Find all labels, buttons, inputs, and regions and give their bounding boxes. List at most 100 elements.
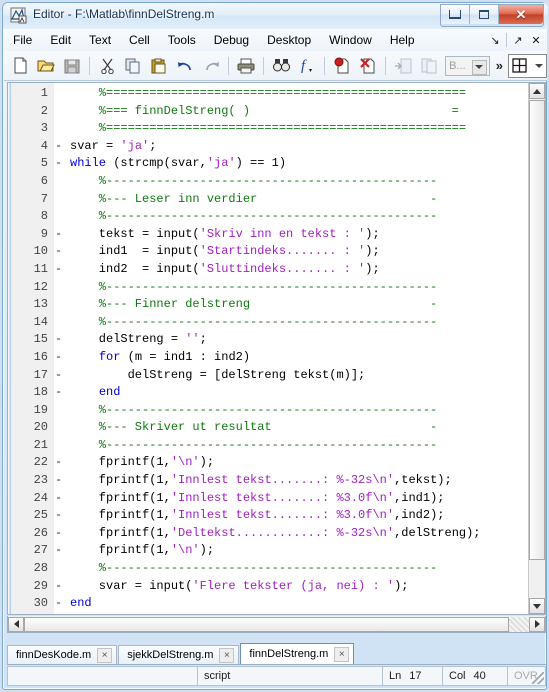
menu-item-tools[interactable]: Tools	[160, 31, 204, 49]
code-line[interactable]: 8 %-------------------------------------…	[8, 208, 545, 226]
menu-item-window[interactable]: Window	[321, 31, 380, 49]
code-line[interactable]: 12 %------------------------------------…	[8, 279, 545, 297]
code-line[interactable]: 29- svar = input('Flere tekster (ja, nei…	[8, 578, 545, 596]
code-editor[interactable]: 1 %=====================================…	[7, 82, 546, 615]
scroll-down-button[interactable]	[529, 598, 545, 614]
executable-line-marker[interactable]: -	[55, 367, 65, 385]
executable-line-marker[interactable]: -	[55, 384, 65, 402]
code-line[interactable]: 22- fprintf(1,'\n');	[8, 454, 545, 472]
code-line[interactable]: 15- delStreng = '';	[8, 331, 545, 349]
code-line[interactable]: 6 %-------------------------------------…	[8, 173, 545, 191]
close-button[interactable]: ✕	[499, 5, 543, 24]
stack-dropdown[interactable]: B...	[445, 55, 490, 76]
scrollbar-track[interactable]	[509, 616, 529, 632]
executable-line-marker[interactable]: -	[55, 243, 65, 261]
code-line[interactable]: 30- end	[8, 595, 545, 613]
code-line[interactable]: 17- delStreng = [delStreng tekst(m)];	[8, 367, 545, 385]
executable-line-marker[interactable]: -	[55, 490, 65, 508]
scroll-up-button[interactable]	[529, 83, 545, 99]
executable-line-marker[interactable]: -	[55, 155, 65, 173]
tab-close-icon[interactable]: ×	[334, 646, 350, 662]
menu-item-edit[interactable]: Edit	[42, 31, 79, 49]
undock-arrow-icon[interactable]: ↗	[509, 31, 527, 49]
executable-line-marker[interactable]: -	[55, 578, 65, 596]
executable-line-marker[interactable]: -	[55, 542, 65, 560]
open-file-button[interactable]	[34, 53, 58, 79]
undo-button[interactable]	[173, 53, 197, 79]
vertical-scroll-thumb[interactable]	[529, 100, 545, 560]
set-breakpoint-button[interactable]	[330, 53, 354, 79]
code-line[interactable]: 25- fprintf(1,'Innlest tekst.......: %3.…	[8, 507, 545, 525]
menu-item-help[interactable]: Help	[382, 31, 423, 49]
function-browser-button[interactable]: f	[295, 53, 319, 79]
resize-grip-icon[interactable]	[532, 672, 544, 684]
copy-button[interactable]	[121, 53, 145, 79]
layout-dropdown[interactable]	[507, 53, 548, 78]
code-line[interactable]: 27- fprintf(1,'\n');	[8, 542, 545, 560]
tab-sjekkDelStreng[interactable]: sjekkDelStreng.m ×	[118, 645, 240, 664]
maximize-button[interactable]	[470, 5, 499, 24]
code-line[interactable]: 20 %--- Skriver ut resultat -	[8, 419, 545, 437]
executable-line-marker[interactable]: -	[55, 261, 65, 279]
step-out-button[interactable]	[417, 53, 441, 79]
menu-item-debug[interactable]: Debug	[206, 31, 257, 49]
executable-line-marker[interactable]: -	[55, 138, 65, 156]
executable-line-marker[interactable]: -	[55, 525, 65, 543]
tab-finnDesKode[interactable]: finnDesKode.m ×	[7, 645, 118, 664]
menu-item-desktop[interactable]: Desktop	[259, 31, 319, 49]
status-overwrite-indicator[interactable]: OVR	[507, 666, 546, 686]
code-line[interactable]: 16- for (m = ind1 : ind2)	[8, 349, 545, 367]
code-line[interactable]: 13 %--- Finner delstreng -	[8, 296, 545, 314]
code-lines[interactable]: 1 %=====================================…	[8, 85, 545, 613]
executable-line-marker[interactable]: -	[55, 349, 65, 367]
scroll-right-button[interactable]	[529, 616, 545, 632]
code-line[interactable]: 10- ind1 = input('Startindeks....... : '…	[8, 243, 545, 261]
dock-arrow-icon[interactable]: ↘	[486, 31, 504, 49]
executable-line-marker[interactable]: -	[55, 507, 65, 525]
code-line[interactable]: 26- fprintf(1,'Deltekst............: %-3…	[8, 525, 545, 543]
save-button[interactable]	[60, 53, 84, 79]
code-line[interactable]: 7 %--- Leser inn verdier -	[8, 191, 545, 209]
code-line[interactable]: 11- ind2 = input('Sluttindeks....... : '…	[8, 261, 545, 279]
executable-line-marker[interactable]: -	[55, 226, 65, 244]
minimize-button[interactable]	[441, 5, 470, 24]
find-button[interactable]	[269, 53, 293, 79]
print-button[interactable]	[234, 53, 258, 79]
code-line[interactable]: 24- fprintf(1,'Innlest tekst.......: %3.…	[8, 490, 545, 508]
menu-item-cell[interactable]: Cell	[121, 31, 158, 49]
code-line[interactable]: 23- fprintf(1,'Innlest tekst.......: %-3…	[8, 472, 545, 490]
step-in-button[interactable]	[391, 53, 415, 79]
code-line[interactable]: 28 %------------------------------------…	[8, 560, 545, 578]
executable-line-marker[interactable]: -	[55, 595, 65, 613]
code-line[interactable]: 9- tekst = input('Skriv inn en tekst : '…	[8, 226, 545, 244]
executable-line-marker[interactable]: -	[55, 472, 65, 490]
line-number: 6	[40, 173, 48, 188]
horizontal-scrollbar[interactable]	[7, 616, 546, 633]
menu-item-file[interactable]: File	[5, 31, 40, 49]
tab-finnDelStreng[interactable]: finnDelStreng.m ×	[240, 643, 355, 664]
executable-line-marker[interactable]: -	[55, 454, 65, 472]
vertical-scrollbar[interactable]	[528, 83, 545, 614]
scroll-left-button[interactable]	[8, 616, 24, 632]
cut-button[interactable]	[95, 53, 119, 79]
tab-close-icon[interactable]: ×	[97, 647, 113, 663]
clear-breakpoints-button[interactable]	[356, 53, 380, 79]
menu-item-text[interactable]: Text	[81, 31, 119, 49]
tab-close-icon[interactable]: ×	[219, 647, 235, 663]
code-line[interactable]: 21 %------------------------------------…	[8, 437, 545, 455]
code-line[interactable]: 1 %=====================================…	[8, 85, 545, 103]
redo-button[interactable]	[199, 53, 223, 79]
horizontal-scroll-thumb[interactable]	[24, 616, 509, 632]
code-line[interactable]: 19 %------------------------------------…	[8, 402, 545, 420]
code-line[interactable]: 3 %=====================================…	[8, 120, 545, 138]
paste-button[interactable]	[147, 53, 171, 79]
code-line[interactable]: 2 %=== finnDelStreng( ) =	[8, 103, 545, 121]
code-line[interactable]: 5- while (strcmp(svar,'ja') == 1)	[8, 155, 545, 173]
code-line[interactable]: 4- svar = 'ja';	[8, 138, 545, 156]
toolbar-overflow-button[interactable]: »	[496, 58, 503, 73]
code-line[interactable]: 18- end	[8, 384, 545, 402]
executable-line-marker[interactable]: -	[55, 331, 65, 349]
code-line[interactable]: 14 %------------------------------------…	[8, 314, 545, 332]
panel-close-icon[interactable]: ✕	[527, 31, 545, 49]
new-file-button[interactable]	[8, 53, 32, 79]
